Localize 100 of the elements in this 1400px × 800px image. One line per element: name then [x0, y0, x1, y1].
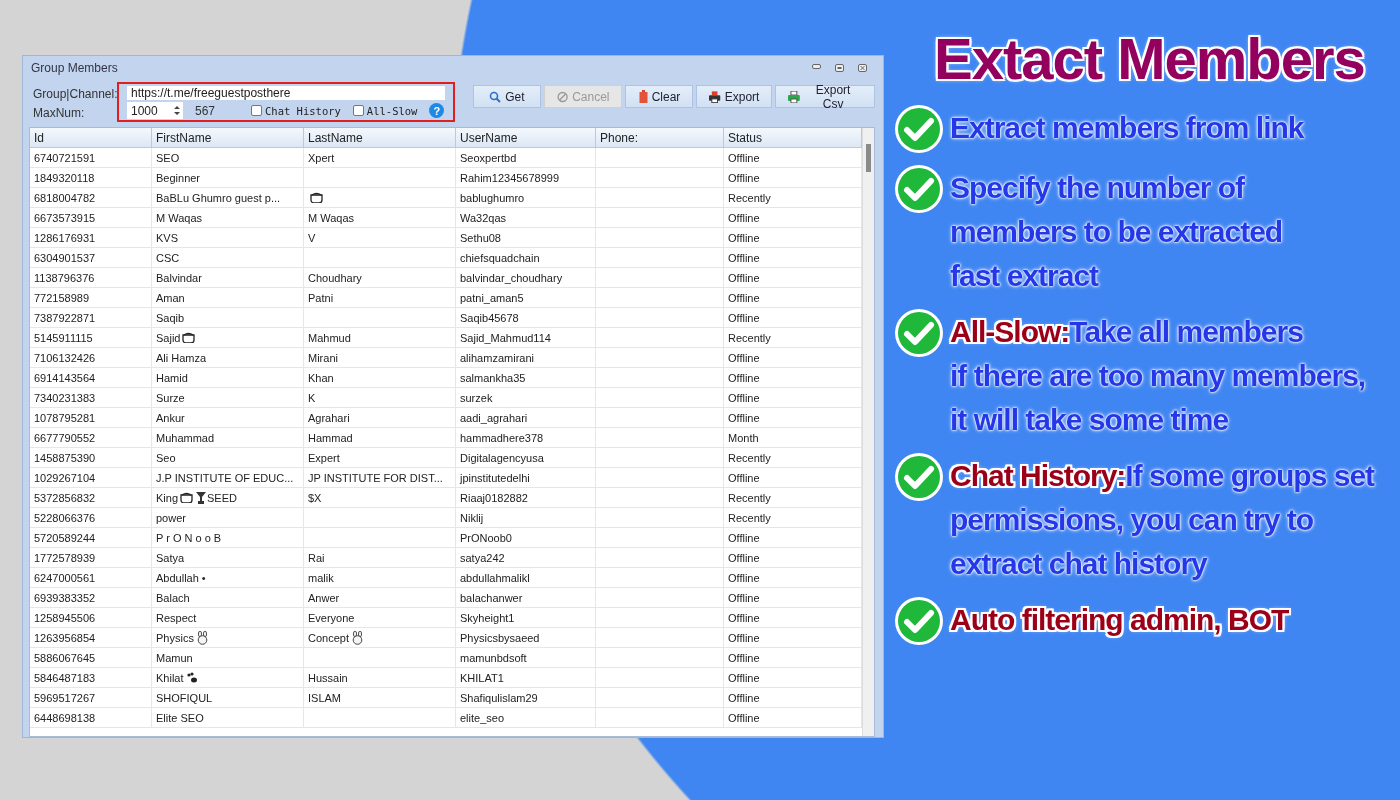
table-cell: $X — [304, 488, 456, 508]
search-button[interactable]: Get — [472, 85, 541, 108]
table-cell: Choudhary — [304, 268, 456, 288]
table-cell: Agrahari — [304, 408, 456, 428]
table-cell: Respect — [152, 608, 304, 628]
check-icon — [894, 452, 944, 502]
table-cell: Ankur — [152, 408, 304, 428]
table-cell: V — [304, 228, 456, 248]
column-header[interactable]: Id — [30, 128, 152, 148]
table-cell: salmankha35 — [456, 368, 596, 388]
cell-text: Khilat — [156, 671, 184, 684]
table-cell: 1772578939 — [30, 548, 152, 568]
table-cell: Riaaj0182882 — [456, 488, 596, 508]
feature-text: Auto filtering admin, BOT — [950, 602, 1289, 638]
table-cell: 5969517267 — [30, 688, 152, 708]
checkbox-label: All-Slow — [366, 104, 418, 117]
table-cell: 1458875390 — [30, 448, 152, 468]
table-cell: Wa32qas — [456, 208, 596, 228]
table-cell: balachanwer — [456, 588, 596, 608]
cell-text: Concept — [308, 631, 349, 644]
minimize-icon[interactable] — [812, 64, 821, 69]
table-cell: Patni — [304, 288, 456, 308]
table-cell: SHOFIQUL — [152, 688, 304, 708]
maximize-icon[interactable] — [835, 64, 844, 72]
table-cell: bablughumro — [456, 188, 596, 208]
table-cell: Skyheight1 — [456, 608, 596, 628]
table-cell: CSC — [152, 248, 304, 268]
table-cell: balvindar_choudhary — [456, 268, 596, 288]
table-cell: 5372856832 — [30, 488, 152, 508]
table-cell: 6304901537 — [30, 248, 152, 268]
table-cell: chiefsquadchain — [456, 248, 596, 268]
table-cell: Surze — [152, 388, 304, 408]
table-cell: Expert — [304, 448, 456, 468]
feature-text: Extract members from link — [950, 110, 1304, 146]
table-cell: elite_seo — [456, 708, 596, 728]
table-cell: Aman — [152, 288, 304, 308]
table-cell: M Waqas — [152, 208, 304, 228]
table-cell: Rahim12345678999 — [456, 168, 596, 188]
table-cell: 6914143564 — [30, 368, 152, 388]
column-header[interactable]: LastName — [304, 128, 456, 148]
column-header[interactable]: Phone: — [596, 128, 724, 148]
bunny-icon — [195, 630, 209, 645]
table-cell: Rai — [304, 548, 456, 568]
column-header[interactable]: UserName — [456, 128, 596, 148]
table-cell: satya242 — [456, 548, 596, 568]
table-cell: alihamzamirani — [456, 348, 596, 368]
check-icon — [894, 308, 944, 358]
table-cell: Satya — [152, 548, 304, 568]
table-cell: JP INSTITUTE FOR DIST... — [304, 468, 456, 488]
table-cell: M Waqas — [304, 208, 456, 228]
table-cell: Beginner — [152, 168, 304, 188]
maxnum-spinner[interactable]: 1000 — [127, 102, 183, 119]
table-cell: 6740721591 — [30, 148, 152, 168]
table-cell: 6448698138 — [30, 708, 152, 728]
checkbox[interactable] — [352, 105, 364, 116]
table-cell: 7340231383 — [30, 388, 152, 408]
table-cell: ISLAM — [304, 688, 456, 708]
table-cell: Shafiqulislam29 — [456, 688, 596, 708]
battery-icon — [638, 90, 648, 103]
pot-icon — [310, 192, 323, 203]
paw-icon — [185, 671, 199, 684]
table-cell: Muhammad — [152, 428, 304, 448]
cell-text: Physics — [156, 631, 194, 644]
clear-button[interactable]: Clear — [625, 85, 694, 108]
help-button[interactable]: ? — [429, 103, 445, 118]
table-cell: Hussain — [304, 668, 456, 688]
table-cell: Elite SEO — [152, 708, 304, 728]
printer-icon — [788, 90, 801, 103]
trophy-icon — [195, 491, 208, 504]
cancel-icon — [556, 90, 569, 103]
table-cell: 1849320118 — [30, 168, 152, 188]
table-cell: abdullahmalikl — [456, 568, 596, 588]
table-cell: 772158989 — [30, 288, 152, 308]
close-icon[interactable] — [858, 64, 867, 72]
pot-icon — [180, 492, 194, 503]
table-cell: Saqib45678 — [456, 308, 596, 328]
table-cell: Mamun — [152, 648, 304, 668]
table-cell: mamunbdsoft — [456, 648, 596, 668]
table-cell: KVS — [152, 228, 304, 248]
checkbox[interactable] — [251, 105, 262, 116]
table-cell: 5145911115 — [30, 328, 152, 348]
check-icon — [894, 104, 944, 154]
export-button[interactable]: Export — [696, 85, 773, 108]
table-cell: Physicsbysaeed — [456, 628, 596, 648]
channel-input[interactable]: https://t.me/freeguestposthere — [127, 86, 445, 100]
column-header[interactable]: FirstName — [152, 128, 304, 148]
csv-button[interactable]: Export Csv — [775, 85, 875, 108]
scrollbar[interactable] — [862, 128, 874, 736]
table-cell: jpinstitutedelhi — [456, 468, 596, 488]
table-cell: Ali Hamza — [152, 348, 304, 368]
table-cell: 1286176931 — [30, 228, 152, 248]
member-count: 567 — [194, 103, 217, 118]
column-header[interactable]: Status — [724, 128, 862, 148]
table-cell: Saqib — [152, 308, 304, 328]
check-icon — [894, 596, 944, 646]
table-cell: Khan — [304, 368, 456, 388]
table-cell: Hammad — [304, 428, 456, 448]
table-cell: Balach — [152, 588, 304, 608]
maxnum-label: MaxNum: — [33, 106, 86, 120]
feature-text: Specify the number of members to be extracted fast extract — [950, 170, 1283, 294]
